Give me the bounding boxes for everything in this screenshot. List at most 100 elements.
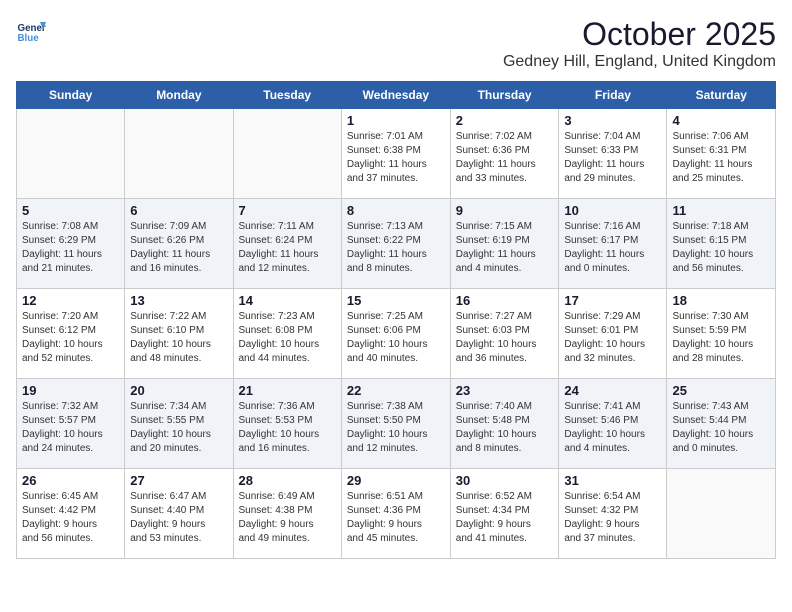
calendar-cell: 23Sunrise: 7:40 AM Sunset: 5:48 PM Dayli… [450, 379, 559, 469]
calendar-cell: 22 Sunrise: 7:38 AM Sunset: 5:50 PM Dayli… [341, 379, 450, 469]
day-number: 21 [239, 383, 336, 398]
calendar-cell: 16 Sunrise: 7:27 AM Sunset: 6:03 PM Dayli… [450, 289, 559, 379]
calendar-cell: 8 Sunrise: 7:13 AM Sunset: 6:22 PM Daylig… [341, 199, 450, 289]
day-info: Sunrise: 7:22 AM Sunset: 6:10 PM Dayligh… [130, 310, 227, 366]
week-row-5: 26Sunrise: 6:45 AM Sunset: 4:42 PM Dayli… [17, 469, 776, 559]
day-header-friday: Friday [559, 82, 667, 109]
day-number: 30 [456, 473, 554, 488]
calendar-cell: 27 Sunrise: 6:47 AM Sunset: 4:40 PM Dayli… [125, 469, 233, 559]
calendar-cell: 17 Sunrise: 7:29 AM Sunset: 6:01 PM Dayli… [559, 289, 667, 379]
day-info: Sunrise: 7:34 AM Sunset: 5:55 PM Dayligh… [130, 400, 227, 456]
calendar-cell: 6 Sunrise: 7:09 AM Sunset: 6:26 PM Daylig… [125, 199, 233, 289]
day-number: 11 [672, 203, 770, 218]
svg-text:Blue: Blue [18, 33, 40, 44]
calendar-cell: 31 Sunrise: 6:54 AM Sunset: 4:32 PM Dayli… [559, 469, 667, 559]
day-info: Sunrise: 7:02 AM Sunset: 6:36 PM Dayligh… [456, 130, 554, 186]
day-number: 3 [564, 113, 661, 128]
day-number: 14 [239, 293, 336, 308]
calendar-cell: 30 Sunrise: 6:52 AM Sunset: 4:34 PM Dayli… [450, 469, 559, 559]
month-title: October 2025 [503, 16, 776, 53]
day-number: 15 [347, 293, 445, 308]
day-number: 17 [564, 293, 661, 308]
day-number: 2 [456, 113, 554, 128]
calendar-cell: 28Sunrise: 6:49 AM Sunset: 4:38 PM Dayli… [233, 469, 341, 559]
day-info: Sunrise: 7:13 AM Sunset: 6:22 PM Dayligh… [347, 220, 445, 276]
day-info: Sunrise: 6:54 AM Sunset: 4:32 PM Dayligh… [564, 490, 661, 546]
day-info: Sunrise: 7:15 AM Sunset: 6:19 PM Dayligh… [456, 220, 554, 276]
calendar-cell: 4 Sunrise: 7:06 AM Sunset: 6:31 PM Daylig… [667, 109, 776, 199]
week-row-1: 1 Sunrise: 7:01 AM Sunset: 6:38 PM Daylig… [17, 109, 776, 199]
day-header-tuesday: Tuesday [233, 82, 341, 109]
day-info: Sunrise: 7:09 AM Sunset: 6:26 PM Dayligh… [130, 220, 227, 276]
day-info: Sunrise: 7:06 AM Sunset: 6:31 PM Dayligh… [672, 130, 770, 186]
day-number: 4 [672, 113, 770, 128]
day-number: 16 [456, 293, 554, 308]
day-info: Sunrise: 7:30 AM Sunset: 5:59 PM Dayligh… [672, 310, 770, 366]
day-info: Sunrise: 7:32 AM Sunset: 5:57 PM Dayligh… [22, 400, 119, 456]
header: General Blue October 2025 Gedney Hill, E… [16, 16, 776, 71]
day-number: 23 [456, 383, 554, 398]
day-info: Sunrise: 7:04 AM Sunset: 6:33 PM Dayligh… [564, 130, 661, 186]
calendar-cell: 13 Sunrise: 7:22 AM Sunset: 6:10 PM Dayli… [125, 289, 233, 379]
calendar-header-row: SundayMondayTuesdayWednesdayThursdayFrid… [17, 82, 776, 109]
calendar-cell: 26Sunrise: 6:45 AM Sunset: 4:42 PM Dayli… [17, 469, 125, 559]
day-number: 25 [672, 383, 770, 398]
calendar-cell: 29 Sunrise: 6:51 AM Sunset: 4:36 PM Dayli… [341, 469, 450, 559]
day-number: 20 [130, 383, 227, 398]
title-area: October 2025 Gedney Hill, England, Unite… [503, 16, 776, 71]
day-info: Sunrise: 7:41 AM Sunset: 5:46 PM Dayligh… [564, 400, 661, 456]
day-number: 27 [130, 473, 227, 488]
day-number: 31 [564, 473, 661, 488]
day-number: 19 [22, 383, 119, 398]
day-number: 28 [239, 473, 336, 488]
day-info: Sunrise: 6:47 AM Sunset: 4:40 PM Dayligh… [130, 490, 227, 546]
day-info: Sunrise: 7:23 AM Sunset: 6:08 PM Dayligh… [239, 310, 336, 366]
calendar-cell: 19 Sunrise: 7:32 AM Sunset: 5:57 PM Dayli… [17, 379, 125, 469]
calendar-cell [17, 109, 125, 199]
day-info: Sunrise: 7:29 AM Sunset: 6:01 PM Dayligh… [564, 310, 661, 366]
calendar-cell: 14 Sunrise: 7:23 AM Sunset: 6:08 PM Dayli… [233, 289, 341, 379]
location-title: Gedney Hill, England, United Kingdom [503, 53, 776, 71]
day-info: Sunrise: 7:16 AM Sunset: 6:17 PM Dayligh… [564, 220, 661, 276]
day-number: 9 [456, 203, 554, 218]
day-number: 8 [347, 203, 445, 218]
day-number: 10 [564, 203, 661, 218]
calendar-cell: 9 Sunrise: 7:15 AM Sunset: 6:19 PM Daylig… [450, 199, 559, 289]
calendar-cell: 2 Sunrise: 7:02 AM Sunset: 6:36 PM Daylig… [450, 109, 559, 199]
day-number: 7 [239, 203, 336, 218]
calendar-cell [667, 469, 776, 559]
calendar-cell: 11 Sunrise: 7:18 AM Sunset: 6:15 PM Dayli… [667, 199, 776, 289]
day-info: Sunrise: 7:36 AM Sunset: 5:53 PM Dayligh… [239, 400, 336, 456]
calendar-body: 1 Sunrise: 7:01 AM Sunset: 6:38 PM Daylig… [17, 109, 776, 559]
day-info: Sunrise: 7:38 AM Sunset: 5:50 PM Dayligh… [347, 400, 445, 456]
calendar-cell: 5 Sunrise: 7:08 AM Sunset: 6:29 PM Daylig… [17, 199, 125, 289]
day-info: Sunrise: 7:27 AM Sunset: 6:03 PM Dayligh… [456, 310, 554, 366]
day-info: Sunrise: 7:01 AM Sunset: 6:38 PM Dayligh… [347, 130, 445, 186]
calendar-cell: 21 Sunrise: 7:36 AM Sunset: 5:53 PM Dayli… [233, 379, 341, 469]
calendar-cell: 7 Sunrise: 7:11 AM Sunset: 6:24 PM Daylig… [233, 199, 341, 289]
day-number: 13 [130, 293, 227, 308]
day-number: 26 [22, 473, 119, 488]
calendar-cell: 18 Sunrise: 7:30 AM Sunset: 5:59 PM Dayli… [667, 289, 776, 379]
day-number: 1 [347, 113, 445, 128]
day-number: 6 [130, 203, 227, 218]
day-info: Sunrise: 6:52 AM Sunset: 4:34 PM Dayligh… [456, 490, 554, 546]
day-number: 18 [672, 293, 770, 308]
day-number: 22 [347, 383, 445, 398]
day-header-thursday: Thursday [450, 82, 559, 109]
day-info: Sunrise: 7:08 AM Sunset: 6:29 PM Dayligh… [22, 220, 119, 276]
day-header-sunday: Sunday [17, 82, 125, 109]
day-header-monday: Monday [125, 82, 233, 109]
calendar-cell [233, 109, 341, 199]
day-number: 12 [22, 293, 119, 308]
day-info: Sunrise: 7:18 AM Sunset: 6:15 PM Dayligh… [672, 220, 770, 276]
day-number: 5 [22, 203, 119, 218]
day-number: 29 [347, 473, 445, 488]
calendar-cell: 12Sunrise: 7:20 AM Sunset: 6:12 PM Dayli… [17, 289, 125, 379]
week-row-2: 5 Sunrise: 7:08 AM Sunset: 6:29 PM Daylig… [17, 199, 776, 289]
day-header-saturday: Saturday [667, 82, 776, 109]
calendar-cell: 20 Sunrise: 7:34 AM Sunset: 5:55 PM Dayli… [125, 379, 233, 469]
calendar-cell: 24Sunrise: 7:41 AM Sunset: 5:46 PM Dayli… [559, 379, 667, 469]
day-info: Sunrise: 6:51 AM Sunset: 4:36 PM Dayligh… [347, 490, 445, 546]
day-info: Sunrise: 7:11 AM Sunset: 6:24 PM Dayligh… [239, 220, 336, 276]
